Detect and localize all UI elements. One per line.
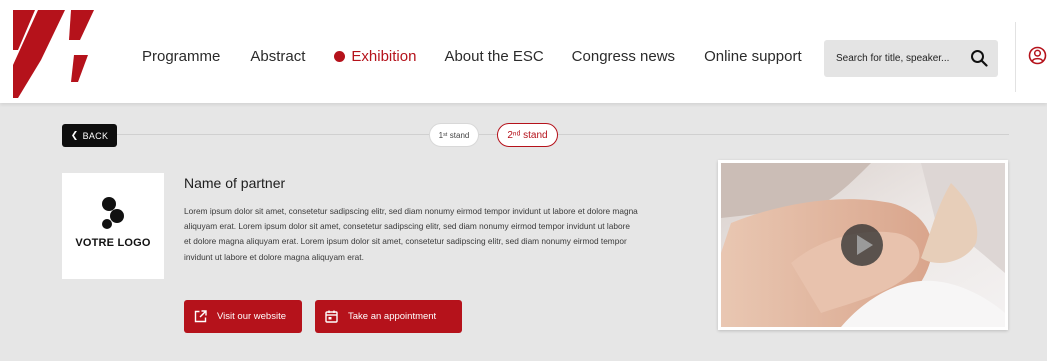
nav-item-congress-news[interactable]: Congress news	[572, 48, 675, 65]
nav-item-abstract[interactable]: Abstract	[250, 48, 305, 65]
nav-item-label: Online support	[704, 48, 802, 65]
nav-item-label: Abstract	[250, 48, 306, 65]
video-thumbnail	[721, 163, 1005, 327]
partner-logo: VOTRE LOGO	[62, 173, 164, 279]
header-divider	[1015, 22, 1016, 92]
external-link-icon	[194, 310, 207, 323]
site-header: Programme Abstract Exhibition About the …	[0, 0, 1047, 103]
user-icon[interactable]	[1028, 46, 1047, 65]
video-player[interactable]	[718, 160, 1008, 330]
nav-item-label: Congress news	[571, 48, 676, 65]
visit-website-button[interactable]: Visit our website	[184, 300, 302, 333]
back-button-label: BACK	[82, 130, 109, 141]
search-box	[824, 40, 998, 77]
nav-item-programme[interactable]: Programme	[142, 48, 220, 65]
stand-2-tab[interactable]: 2ⁿᵈ stand	[497, 123, 558, 147]
partner-logo-text: VOTRE LOGO	[75, 237, 151, 249]
stand-tab-label: 2ⁿᵈ stand	[507, 129, 548, 141]
search-icon[interactable]	[970, 49, 988, 67]
back-button[interactable]: ❮ BACK	[62, 124, 117, 147]
search-input[interactable]	[836, 53, 956, 64]
take-appointment-label: Take an appointment	[348, 311, 437, 322]
esc-logo[interactable]	[8, 10, 98, 98]
nav-item-online-support[interactable]: Online support	[704, 48, 802, 65]
calendar-icon	[325, 310, 338, 323]
nav-item-exhibition[interactable]: Exhibition	[334, 48, 416, 65]
partner-description: Lorem ipsum dolor sit amet, consetetur s…	[184, 206, 638, 262]
partner-logo-mark-icon	[102, 197, 124, 229]
main-nav: Programme Abstract Exhibition About the …	[142, 48, 802, 65]
visit-website-label: Visit our website	[217, 311, 286, 322]
nav-item-about-the-esc[interactable]: About the ESC	[444, 48, 543, 65]
active-dot-icon	[334, 51, 346, 62]
nav-item-label: Programme	[142, 48, 221, 65]
play-icon[interactable]	[840, 223, 884, 267]
chevron-left-icon: ❮	[70, 130, 79, 140]
stand-tab-label: 1ˢᵗ stand	[438, 130, 470, 140]
partner-name: Name of partner	[184, 175, 286, 191]
stand-1-tab[interactable]: 1ˢᵗ stand	[429, 123, 479, 147]
take-appointment-button[interactable]: Take an appointment	[315, 300, 462, 333]
nav-item-label: Exhibition	[351, 48, 417, 65]
nav-item-label: About the ESC	[444, 48, 544, 65]
